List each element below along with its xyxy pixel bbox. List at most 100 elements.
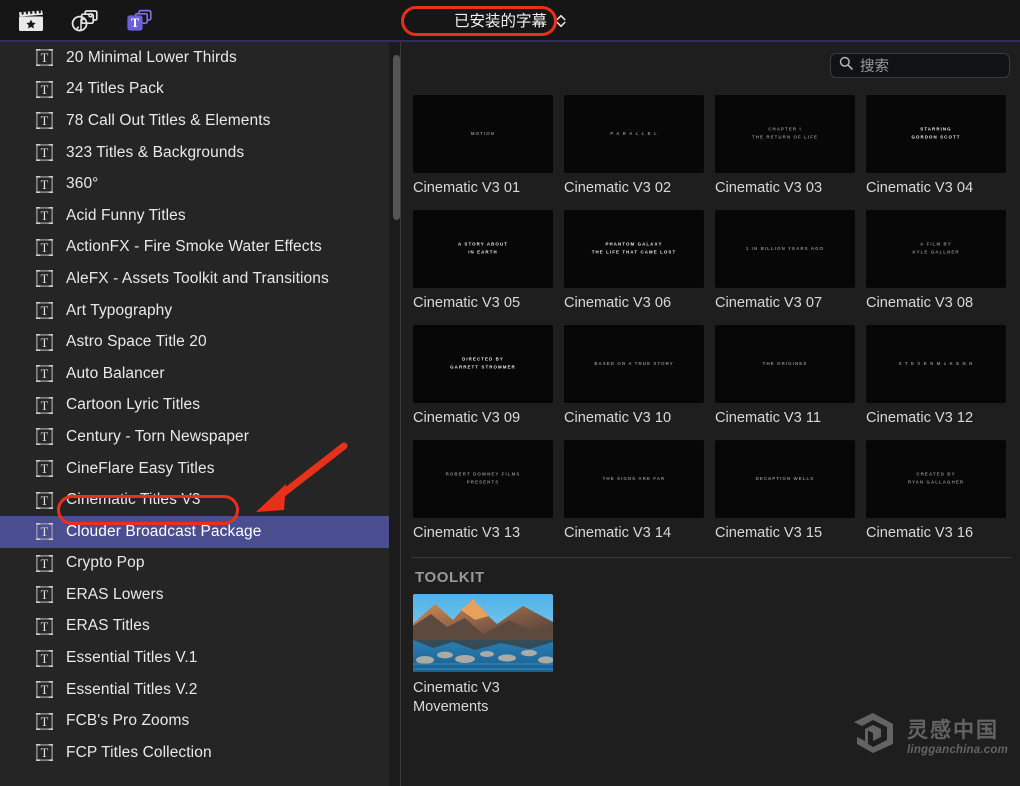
title-cell[interactable]: MOTION Cinematic V3 01: [413, 95, 564, 196]
sidebar-item[interactable]: T CineFlare Easy Titles: [0, 453, 389, 485]
sidebar-item-label: Acid Funny Titles: [66, 206, 186, 224]
title-cell-label: Cinematic V3 06: [564, 295, 672, 311]
toolkit-cell[interactable]: Cinematic V3 Movements: [413, 594, 564, 716]
title-thumbnail[interactable]: THE ORIGINES: [715, 325, 855, 403]
title-category-icon: T: [36, 460, 53, 478]
watermark-text: 灵感中国 lingganchina.com: [907, 714, 1008, 756]
title-cell[interactable]: S T E V E N M c K E N N Cinematic V3 12: [866, 325, 1017, 426]
sidebar-item[interactable]: T 24 Titles Pack: [0, 74, 389, 106]
app-window: T 已安装的字幕 T 20 Minimal Lower Thirds T 24 …: [0, 0, 1020, 786]
sidebar-item-label: Century - Torn Newspaper: [66, 427, 250, 445]
title-thumbnail[interactable]: THE SIGNS ARE FAR: [564, 440, 704, 518]
title-cell[interactable]: 1 IN BILLION YEARS AGO Cinematic V3 07: [715, 210, 866, 311]
sidebar-item[interactable]: T 323 Titles & Backgrounds: [0, 137, 389, 169]
sidebar-item[interactable]: T ERAS Titles: [0, 611, 389, 643]
library-source-popup[interactable]: 已安装的字幕: [446, 6, 574, 35]
title-cell[interactable]: ROBERT DOWNEY FILMS PRESENTS Cinematic V3…: [413, 440, 564, 541]
sidebar-item[interactable]: T AleFX - Assets Toolkit and Transitions: [0, 263, 389, 295]
thumbnail-preview-text: A FILM BY KYLE GALLNER: [912, 241, 960, 255]
title-cell[interactable]: A FILM BY KYLE GALLNER Cinematic V3 08: [866, 210, 1017, 311]
sidebar-item[interactable]: T 360°: [0, 168, 389, 200]
svg-text:T: T: [41, 620, 49, 634]
sidebar-item-label: Art Typography: [66, 301, 173, 319]
thumbnail-preview-text: STARRING GORDON SCOTT: [911, 126, 961, 140]
audio-photos-icon[interactable]: [68, 6, 102, 36]
sidebar-scrollbar[interactable]: [393, 55, 400, 220]
titles-icon[interactable]: T: [122, 6, 156, 36]
sidebar-item[interactable]: T Cartoon Lyric Titles: [0, 390, 389, 422]
title-cell[interactable]: DIRECTED BY GARRETT STROMMER Cinematic V3…: [413, 325, 564, 426]
title-thumbnail[interactable]: A FILM BY KYLE GALLNER: [866, 210, 1006, 288]
video-effects-icon[interactable]: [14, 6, 48, 36]
sidebar-item[interactable]: T Crypto Pop: [0, 548, 389, 580]
title-thumbnail[interactable]: DIRECTED BY GARRETT STROMMER: [413, 325, 553, 403]
svg-text:T: T: [41, 51, 49, 65]
sidebar-item[interactable]: T FCB's Pro Zooms: [0, 705, 389, 737]
title-cell-label: Cinematic V3 05: [413, 295, 521, 311]
title-thumbnail[interactable]: CHAPTER I THE RETURN OF LIFE: [715, 95, 855, 173]
sidebar-item[interactable]: T Auto Balancer: [0, 358, 389, 390]
sidebar-item-label: 360°: [66, 175, 99, 193]
title-category-icon: T: [36, 617, 53, 635]
title-category-icon: T: [36, 396, 53, 414]
svg-text:T: T: [41, 146, 49, 160]
sidebar-item[interactable]: T Essential Titles V.2: [0, 674, 389, 706]
sidebar-item[interactable]: T Astro Space Title 20: [0, 326, 389, 358]
sidebar-item-label: ERAS Titles: [66, 617, 150, 635]
title-cell[interactable]: DECEPTION WELLS Cinematic V3 15: [715, 440, 866, 541]
sidebar-item[interactable]: T FCP Titles Collection: [0, 737, 389, 769]
search-bar-row: 搜索: [401, 42, 1020, 88]
sidebar-item-label: 78 Call Out Titles & Elements: [66, 111, 271, 129]
thumbnail-preview-text: CREATED BY RYAN GALLAGHER: [907, 471, 965, 485]
sidebar-item[interactable]: T Century - Torn Newspaper: [0, 421, 389, 453]
svg-text:T: T: [41, 652, 49, 666]
title-cell[interactable]: THE ORIGINES Cinematic V3 11: [715, 325, 866, 426]
title-thumbnail[interactable]: ROBERT DOWNEY FILMS PRESENTS: [413, 440, 553, 518]
library-sidebar[interactable]: T 20 Minimal Lower Thirds T 24 Titles Pa…: [0, 42, 389, 786]
title-cell[interactable]: P A R A L L E L Cinematic V3 02: [564, 95, 715, 196]
sidebar-item[interactable]: T Essential Titles V.1: [0, 642, 389, 674]
title-thumbnail[interactable]: BASED ON A TRUE STORY: [564, 325, 704, 403]
sidebar-item[interactable]: T ActionFX - Fire Smoke Water Effects: [0, 232, 389, 264]
title-cell[interactable]: BASED ON A TRUE STORY Cinematic V3 10: [564, 325, 715, 426]
thumbnail-preview-text: CHAPTER I THE RETURN OF LIFE: [751, 126, 819, 140]
watermark-en: lingganchina.com: [907, 743, 1008, 756]
sidebar-item[interactable]: T Acid Funny Titles: [0, 200, 389, 232]
chevron-up-down-icon: [556, 14, 566, 28]
search-field[interactable]: 搜索: [830, 52, 1010, 78]
sidebar-item[interactable]: T Clouder Broadcast Package: [0, 515, 389, 548]
title-cell-label: Cinematic V3 16: [866, 525, 974, 541]
title-cell[interactable]: CREATED BY RYAN GALLAGHER Cinematic V3 16: [866, 440, 1017, 541]
sidebar-item-label: AleFX - Assets Toolkit and Transitions: [66, 269, 329, 287]
svg-text:T: T: [41, 304, 49, 318]
sidebar-item[interactable]: T 20 Minimal Lower Thirds: [0, 42, 389, 74]
title-cell[interactable]: PHANTOM GALAXY THE LIFE THAT CAME LOST Ci…: [564, 210, 715, 311]
thumbnail-preview-text: BASED ON A TRUE STORY: [594, 360, 674, 366]
title-cell[interactable]: CHAPTER I THE RETURN OF LIFE Cinematic V3…: [715, 95, 866, 196]
title-category-icon: T: [36, 649, 53, 667]
toolkit-thumbnail[interactable]: [413, 594, 553, 672]
title-cell[interactable]: STARRING GORDON SCOTT Cinematic V3 04: [866, 95, 1017, 196]
title-category-icon: T: [36, 49, 53, 67]
title-cell[interactable]: A STORY ABOUT IN EARTH Cinematic V3 05: [413, 210, 564, 311]
title-thumbnail[interactable]: MOTION: [413, 95, 553, 173]
sidebar-item[interactable]: T ERAS Lowers: [0, 579, 389, 611]
title-thumbnail[interactable]: PHANTOM GALAXY THE LIFE THAT CAME LOST: [564, 210, 704, 288]
title-cell-label: Cinematic V3 14: [564, 525, 672, 541]
thumbnail-preview-text: P A R A L L E L: [610, 130, 658, 136]
title-thumbnail[interactable]: STARRING GORDON SCOTT: [866, 95, 1006, 173]
title-category-icon: T: [36, 365, 53, 383]
title-thumbnail[interactable]: A STORY ABOUT IN EARTH: [413, 210, 553, 288]
title-thumbnail[interactable]: P A R A L L E L: [564, 95, 704, 173]
svg-text:T: T: [131, 16, 140, 30]
title-category-icon: T: [36, 270, 53, 288]
sidebar-item[interactable]: T 78 Call Out Titles & Elements: [0, 105, 389, 137]
title-cell[interactable]: THE SIGNS ARE FAR Cinematic V3 14: [564, 440, 715, 541]
title-thumbnail[interactable]: DECEPTION WELLS: [715, 440, 855, 518]
title-thumbnail[interactable]: CREATED BY RYAN GALLAGHER: [866, 440, 1006, 518]
sidebar-item[interactable]: T Art Typography: [0, 295, 389, 327]
title-thumbnail[interactable]: S T E V E N M c K E N N: [866, 325, 1006, 403]
sidebar-item[interactable]: T Cinematic Titles V3: [0, 484, 389, 516]
svg-text:T: T: [41, 399, 49, 413]
title-thumbnail[interactable]: 1 IN BILLION YEARS AGO: [715, 210, 855, 288]
